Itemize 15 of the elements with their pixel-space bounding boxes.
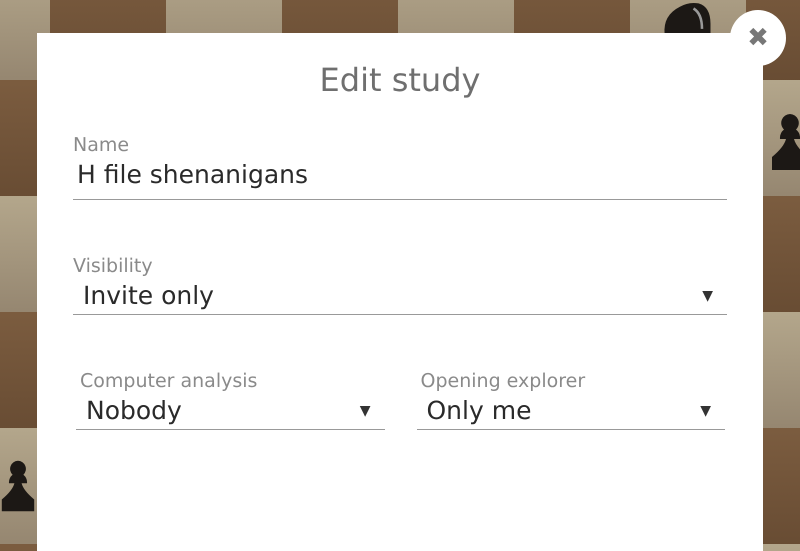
- dropdown[interactable]: Only me ▼: [416, 393, 725, 430]
- name-input-field[interactable]: H file shenanigans: [73, 157, 727, 200]
- field-label: Computer analysis: [79, 369, 258, 393]
- field-label: Opening explorer: [420, 369, 586, 393]
- caret-icon: ▼: [700, 393, 711, 429]
- caret-icon: ▼: [360, 393, 370, 429]
- caret-icon: ▼: [702, 278, 713, 314]
- selected-value: Only me: [426, 395, 532, 427]
- visibility-dropdown[interactable]: Invite only ▼: [73, 278, 727, 315]
- selected-value: Invite only: [83, 280, 214, 312]
- field-label: Name: [73, 133, 130, 157]
- dropdown[interactable]: Nobody ▼: [76, 393, 384, 430]
- dialog-title: Edit study: [318, 61, 482, 99]
- field-label: Visibility: [73, 254, 154, 278]
- selected-value: Nobody: [86, 395, 182, 427]
